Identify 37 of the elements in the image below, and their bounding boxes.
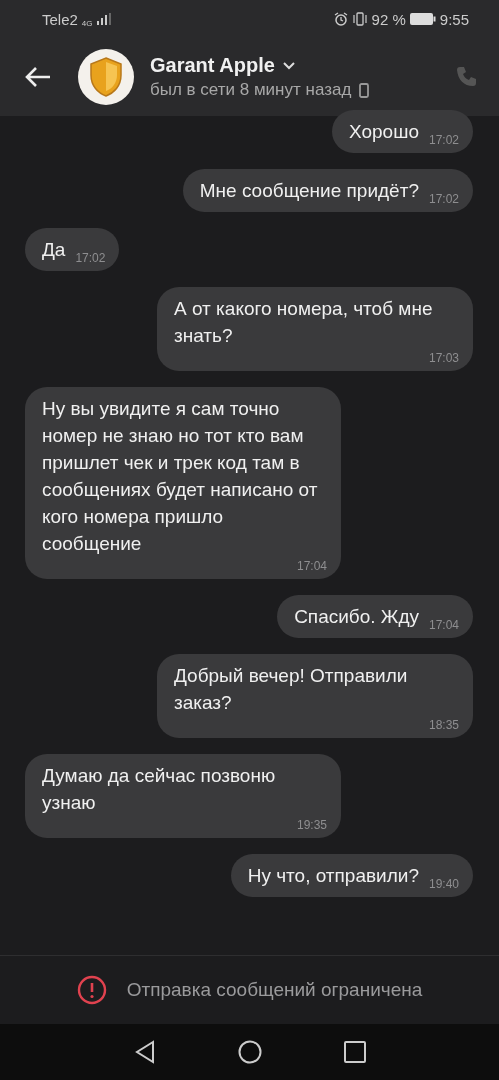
message-time: 17:02 bbox=[74, 250, 106, 267]
alarm-icon bbox=[333, 12, 348, 26]
message-text: Ну что, отправили? bbox=[247, 864, 419, 888]
clock-time: 9:55 bbox=[439, 10, 469, 28]
phone-device-icon bbox=[359, 82, 370, 98]
contact-name[interactable]: Garant Apple bbox=[150, 54, 275, 77]
notice-text: Отправка сообщений ограничена bbox=[126, 979, 423, 1001]
recents-nav-icon[interactable] bbox=[343, 1041, 366, 1063]
message-time: 17:02 bbox=[427, 132, 459, 149]
shield-avatar-icon[interactable] bbox=[78, 49, 134, 105]
message-text: Хорошо bbox=[349, 120, 419, 144]
message-text: Думаю да сейчас позвоню узнаю bbox=[42, 764, 277, 815]
back-nav-icon[interactable] bbox=[133, 1040, 156, 1064]
message-text: Да bbox=[42, 238, 66, 262]
chevron-down-icon[interactable] bbox=[282, 61, 295, 70]
message-time: 17:04 bbox=[295, 558, 327, 575]
signal-icon bbox=[96, 13, 111, 25]
message-time: 19:35 bbox=[295, 817, 327, 834]
message-time: 17:03 bbox=[427, 350, 459, 367]
message-time: 17:02 bbox=[427, 191, 459, 208]
message-time: 19:40 bbox=[427, 876, 459, 893]
message-time: 18:35 bbox=[427, 717, 459, 734]
home-nav-icon[interactable] bbox=[237, 1040, 262, 1064]
message-text: Ну вы увидите я сам точно номер не знаю но тот кто вам пришлет чек и трек код там в сообщениях будет написано от кого номера пришло сообщение bbox=[42, 397, 319, 556]
message-text: Мне сообщение придёт? bbox=[199, 179, 419, 203]
network-type: 4G bbox=[81, 18, 93, 28]
message-text: Добрый вечер! Отправили заказ? bbox=[174, 664, 409, 715]
warning-icon bbox=[76, 975, 107, 1005]
back-arrow-icon[interactable] bbox=[24, 65, 52, 89]
message-text: Спасибо. Жду bbox=[294, 605, 419, 629]
battery-percent: 92 % bbox=[371, 10, 406, 28]
vibrate-icon bbox=[351, 12, 368, 26]
message-time: 17:04 bbox=[427, 617, 459, 634]
last-seen-status: был в сети 8 минут назад bbox=[150, 80, 352, 100]
battery-icon bbox=[409, 13, 436, 25]
message-text: А от какого номера, чтоб мне знать? bbox=[174, 297, 434, 348]
carrier-name: Tele2 bbox=[42, 10, 78, 28]
